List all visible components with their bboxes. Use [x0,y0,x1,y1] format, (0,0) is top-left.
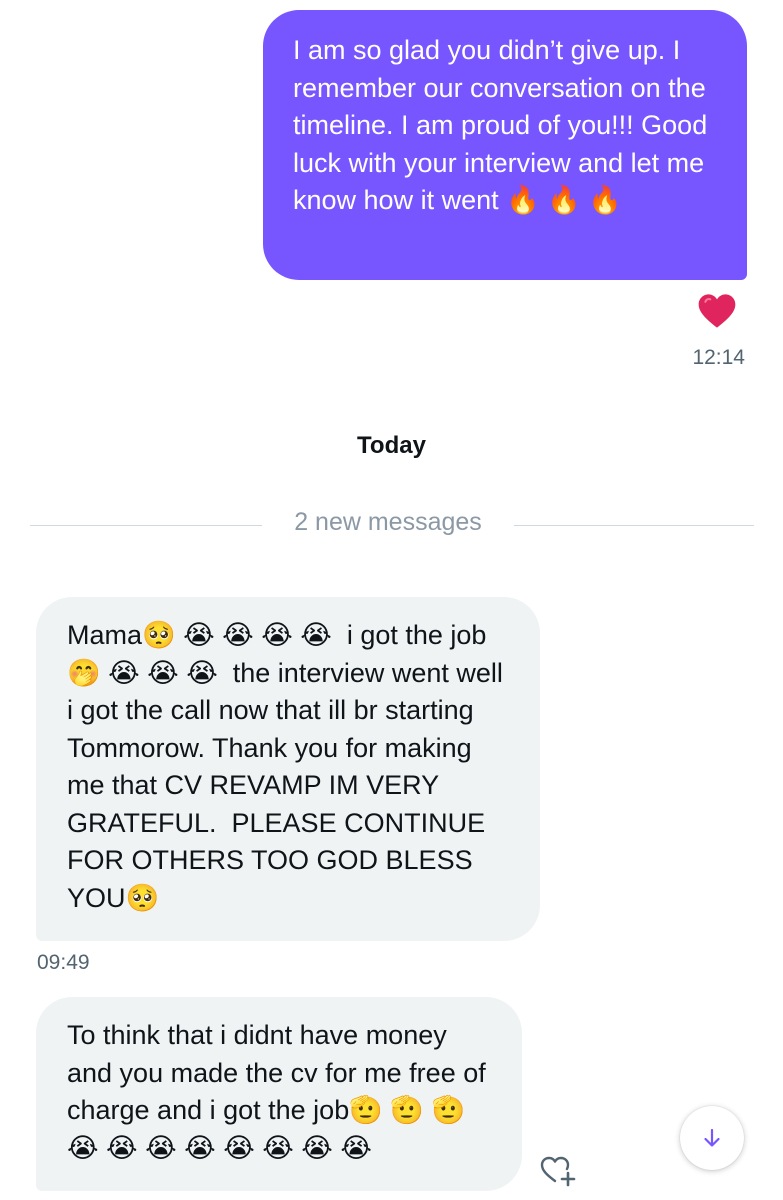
date-separator: Today [357,432,426,459]
divider-line-left [30,525,262,526]
sent-message-bubble[interactable]: I am so glad you didn’t give up. I remem… [263,10,747,280]
scroll-down-button[interactable] [680,1106,744,1170]
new-messages-label: 2 new messages [294,508,482,536]
heart-plus-icon[interactable] [538,1152,578,1188]
received-message-timestamp: 09:49 [37,951,90,974]
sent-message-timestamp: 12:14 [692,346,745,369]
received-message-bubble[interactable]: Mama🥺 😭 😭 😭 😭 i got the job🤭 😭 😭 😭 the i… [36,597,540,941]
divider-line-right [514,525,754,526]
heart-reaction-icon[interactable] [697,292,737,330]
arrow-down-icon [704,1128,720,1147]
received-message-bubble-2[interactable]: To think that i didnt have money and you… [36,997,522,1191]
